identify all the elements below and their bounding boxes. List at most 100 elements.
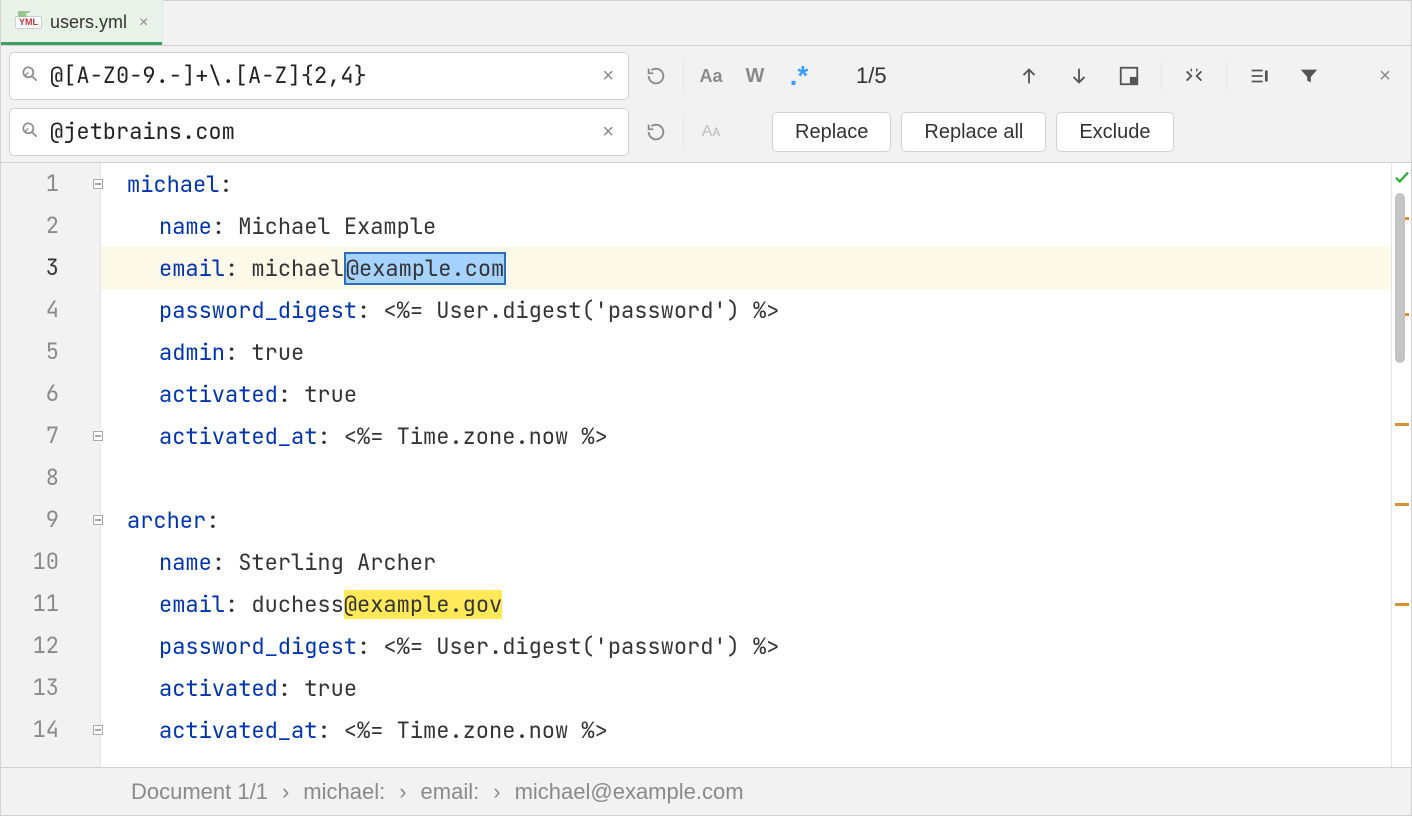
preserve-case-toggle[interactable]: Aᴀ [694, 115, 728, 149]
replace-row: @jetbrains.com × Aᴀ Replace Replace all … [9, 108, 1403, 156]
find-input-box[interactable]: @[A-Z0-9.-]+\.[A-Z]{2,4} × [9, 52, 629, 100]
code-token: : <%= User.digest('password') %> [357, 296, 779, 325]
code-token: michael [127, 170, 219, 199]
match-case-toggle[interactable]: Aa [694, 59, 728, 93]
line-number: 13 [1, 667, 59, 709]
editor-tab-users-yml[interactable]: YML users.yml × [1, 0, 163, 45]
code-line[interactable]: activated_at: <%= Time.zone.now %> [101, 415, 1391, 457]
line-number: 6 [1, 373, 59, 415]
code-area[interactable]: michael:name: Michael Exampleemail: mich… [101, 163, 1391, 767]
replace-all-button[interactable]: Replace all [901, 112, 1046, 152]
code-token: name [159, 548, 212, 577]
code-token: : Michael Example [212, 212, 436, 241]
code-line[interactable]: email: michael@example.com [101, 247, 1391, 289]
inspection-ok-icon [1392, 167, 1411, 187]
find-replace-panel: @[A-Z0-9.-]+\.[A-Z]{2,4} × Aa W .* 1/5 [1, 46, 1411, 163]
file-type-icon: YML [15, 16, 42, 29]
code-token: email [159, 590, 225, 619]
line-number: 1 [1, 163, 59, 205]
code-line[interactable]: archer: [101, 499, 1391, 541]
next-match-icon[interactable] [1061, 58, 1097, 94]
code-line[interactable]: email: duchess@example.gov [101, 583, 1391, 625]
replace-input[interactable]: @jetbrains.com [50, 119, 588, 145]
close-find-icon[interactable]: × [1367, 58, 1403, 94]
code-token: : Sterling Archer [212, 548, 436, 577]
stripe-match-marker[interactable] [1395, 423, 1409, 426]
tab-filename: users.yml [50, 12, 127, 33]
code-token: activated_at [159, 716, 317, 745]
error-stripe[interactable] [1391, 163, 1411, 767]
chevron-right-icon: › [399, 779, 406, 805]
code-token: : duchess [225, 590, 344, 619]
breadcrumb-doc[interactable]: Document 1/1 [131, 779, 268, 805]
code-line[interactable]: name: Michael Example [101, 205, 1391, 247]
breadcrumb-segment[interactable]: email: [421, 779, 480, 805]
stripe-match-marker[interactable] [1395, 603, 1409, 606]
separator [683, 61, 684, 91]
code-line[interactable] [101, 457, 1391, 499]
line-number: 14 [1, 709, 59, 751]
replace-button[interactable]: Replace [772, 112, 891, 152]
exclude-button[interactable]: Exclude [1056, 112, 1173, 152]
prev-match-icon[interactable] [1011, 58, 1047, 94]
code-token: : <%= Time.zone.now %> [317, 716, 607, 745]
separator [1161, 61, 1162, 91]
separator [683, 117, 684, 147]
breadcrumb-bar: Document 1/1 › michael: › email: › micha… [1, 767, 1411, 815]
code-editor[interactable]: 1234567891011121314 michael:name: Michae… [1, 163, 1411, 767]
clear-find-icon[interactable]: × [598, 65, 618, 88]
code-token: password_digest [159, 632, 357, 661]
select-all-occurrences-icon[interactable] [1111, 58, 1147, 94]
code-token: : true [225, 338, 304, 367]
chevron-right-icon: › [493, 779, 500, 805]
chevron-right-icon: › [282, 779, 289, 805]
code-token: activated [159, 674, 278, 703]
code-line[interactable]: activated: true [101, 667, 1391, 709]
code-line[interactable]: admin: true [101, 331, 1391, 373]
separator [1226, 61, 1227, 91]
ide-window: YML users.yml × @[A-Z0-9.-]+\.[A-Z]{2,4}… [0, 0, 1412, 816]
history-icon[interactable] [639, 59, 673, 93]
active-tab-underline [1, 42, 162, 45]
breadcrumb-segment[interactable]: michael@example.com [515, 779, 744, 805]
line-number: 5 [1, 331, 59, 373]
code-token: email [159, 254, 225, 283]
in-selection-icon[interactable] [1176, 58, 1212, 94]
code-line[interactable]: password_digest: <%= User.digest('passwo… [101, 625, 1391, 667]
code-token: : [219, 170, 232, 199]
replace-input-box[interactable]: @jetbrains.com × [9, 108, 629, 156]
code-token: activated [159, 380, 278, 409]
search-icon [20, 64, 40, 89]
code-token: : true [278, 674, 357, 703]
code-line[interactable]: activated: true [101, 373, 1391, 415]
code-token: : true [278, 380, 357, 409]
history-icon[interactable] [639, 115, 673, 149]
match-highlight: @example.gov [344, 590, 502, 619]
open-results-window-icon[interactable] [1241, 58, 1277, 94]
close-tab-icon[interactable]: × [139, 14, 148, 32]
filter-icon[interactable] [1291, 58, 1327, 94]
line-number: 12 [1, 625, 59, 667]
code-line[interactable]: password_digest: <%= User.digest('passwo… [101, 289, 1391, 331]
clear-replace-icon[interactable]: × [598, 121, 618, 144]
line-number: 10 [1, 541, 59, 583]
find-nav-tools: × [1011, 58, 1403, 94]
line-number: 3 [1, 247, 59, 289]
scrollbar-thumb[interactable] [1395, 193, 1405, 363]
line-number: 7 [1, 415, 59, 457]
regex-toggle[interactable]: .* [782, 59, 816, 93]
code-line[interactable]: activated_at: <%= Time.zone.now %> [101, 709, 1391, 751]
find-row: @[A-Z0-9.-]+\.[A-Z]{2,4} × Aa W .* 1/5 [9, 52, 1403, 100]
stripe-match-marker[interactable] [1395, 503, 1409, 506]
line-number: 11 [1, 583, 59, 625]
code-line[interactable]: name: Sterling Archer [101, 541, 1391, 583]
code-token: : <%= Time.zone.now %> [317, 422, 607, 451]
code-token: : michael [225, 254, 344, 283]
breadcrumb-segment[interactable]: michael: [303, 779, 385, 805]
code-token: admin [159, 338, 225, 367]
find-input[interactable]: @[A-Z0-9.-]+\.[A-Z]{2,4} [50, 63, 588, 89]
code-line[interactable]: michael: [101, 163, 1391, 205]
match-counter: 1/5 [826, 63, 917, 89]
words-toggle[interactable]: W [738, 59, 772, 93]
code-token: name [159, 212, 212, 241]
